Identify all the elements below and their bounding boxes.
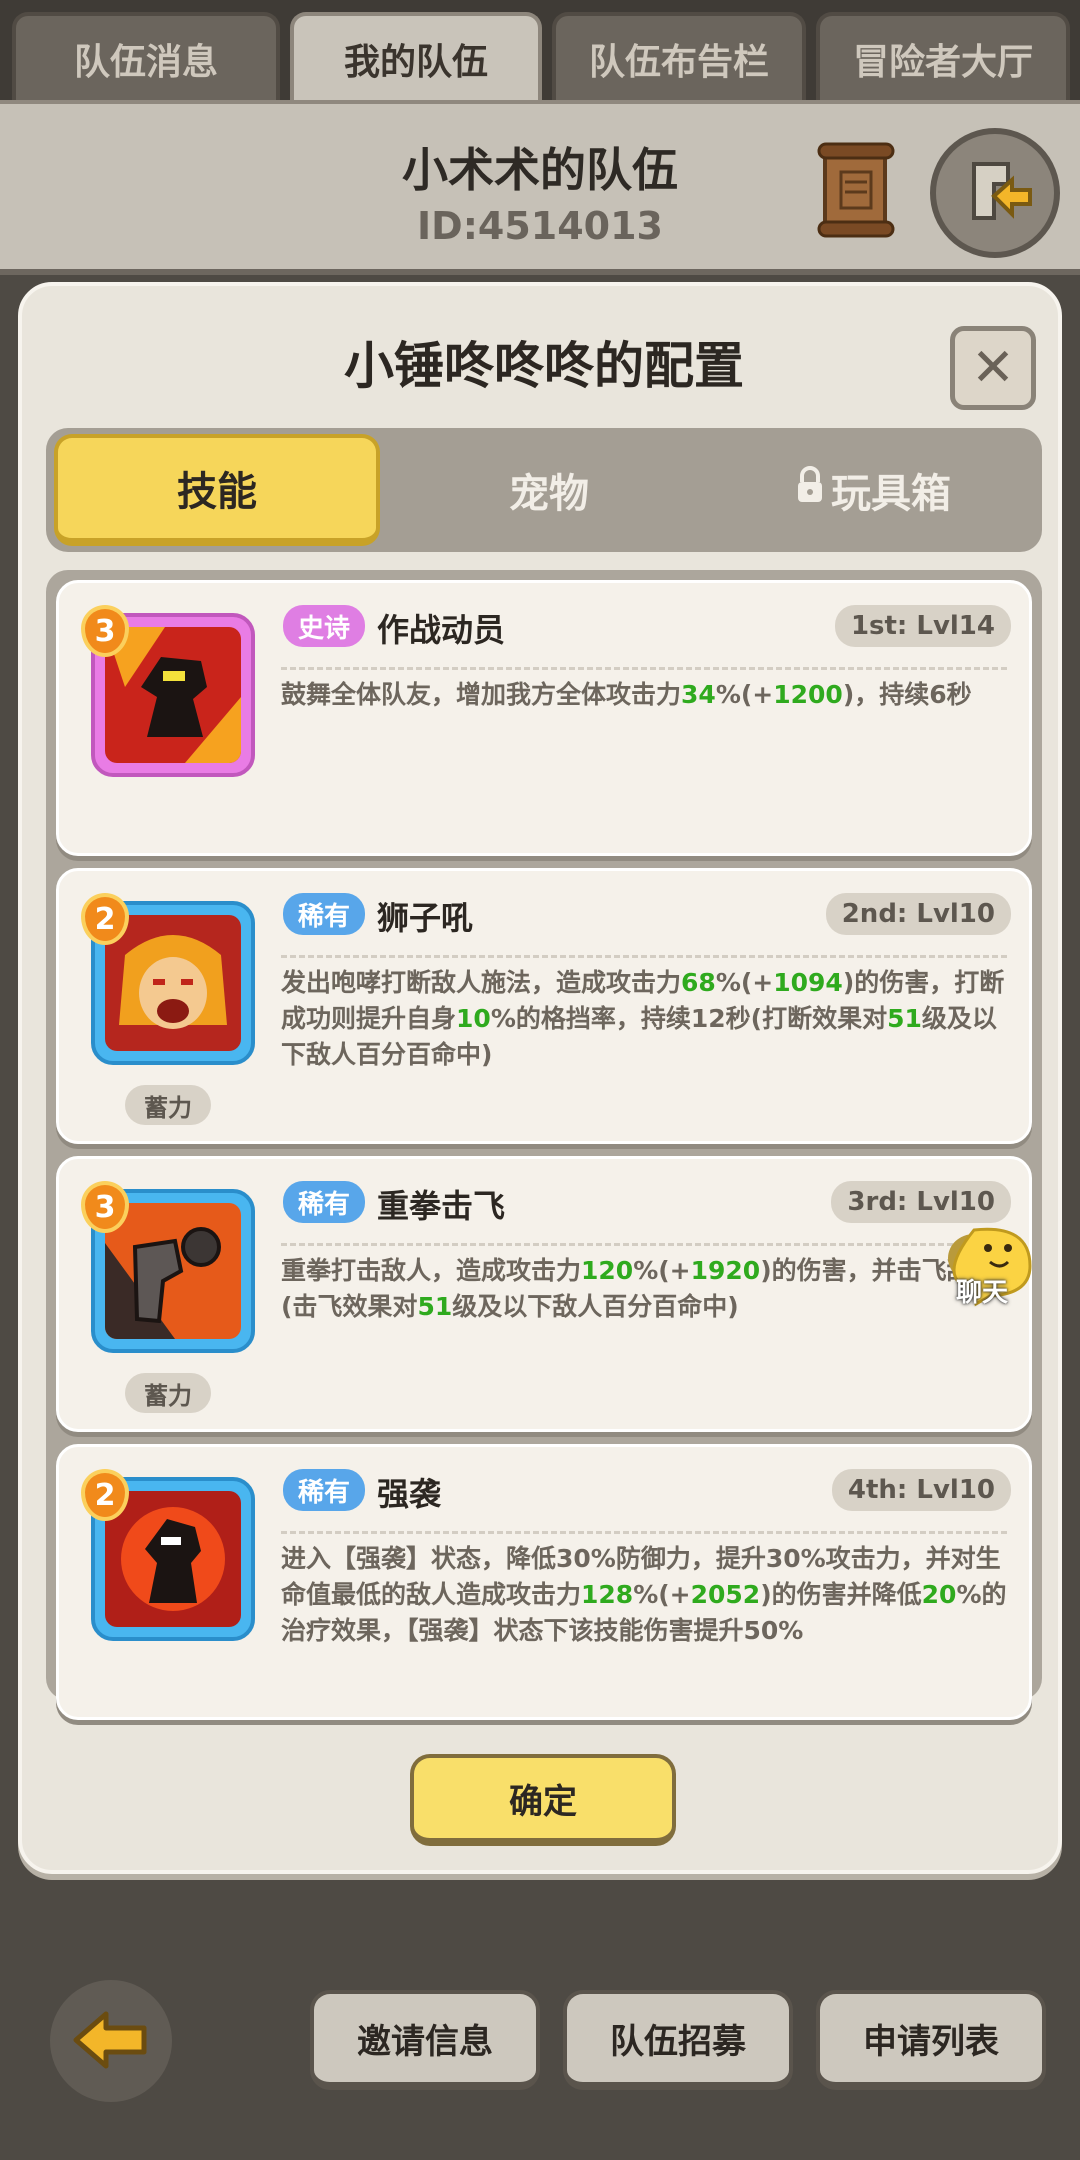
desc-highlight: 1920 — [690, 1256, 761, 1285]
desc-text: %(+ — [633, 1256, 691, 1285]
divider — [281, 1243, 1007, 1246]
segment-toybox[interactable]: 玩具箱 — [718, 434, 1028, 546]
skill-list[interactable]: 3 史诗 作战动员 1st: Lvl14 鼓舞全体队友，增加我方全体攻击力34%… — [46, 570, 1042, 1720]
desc-text: )，持续6秒 — [842, 680, 972, 709]
team-id: ID:4514013 — [417, 204, 663, 248]
desc-text: )的伤害并降低 — [760, 1580, 922, 1609]
tab-label: 队伍布告栏 — [588, 42, 769, 83]
top-tab-bar: 队伍消息 我的队伍 队伍布告栏 冒险者大厅 — [0, 0, 1080, 102]
rarity-badge: 稀有 — [283, 893, 365, 935]
skill-description: 重拳打击敌人，造成攻击力120%(+1920)的伤害，并击飞敌人(击飞效果对51… — [281, 1253, 1007, 1325]
desc-highlight: 2052 — [690, 1580, 761, 1609]
skill-description: 进入【强袭】状态，降低30%防御力，提升30%攻击力，并对生命值最低的敌人造成攻… — [281, 1541, 1007, 1649]
exit-arrow-icon[interactable] — [930, 128, 1060, 258]
invite-info-button[interactable]: 邀请信息 — [310, 1990, 540, 2090]
modal-title: 小锤咚咚咚的配置 — [344, 337, 744, 395]
skill-card[interactable]: 3 史诗 作战动员 1st: Lvl14 鼓舞全体队友，增加我方全体攻击力34%… — [56, 580, 1032, 856]
desc-highlight: 1200 — [773, 680, 843, 709]
desc-highlight: 1094 — [773, 968, 843, 997]
back-arrow-icon — [73, 2011, 147, 2069]
desc-highlight: 120 — [581, 1256, 634, 1285]
desc-highlight: 51 — [417, 1292, 453, 1321]
skill-name: 作战动员 — [377, 611, 506, 649]
divider — [281, 955, 1007, 958]
heavy-punch-skill-icon — [105, 1203, 241, 1339]
config-modal: 小锤咚咚咚的配置 ✕ 技能 宠物 玩具箱 3 史诗 作战动员 1st: Lvl1… — [18, 282, 1062, 1874]
tab-label: 队伍消息 — [73, 42, 218, 83]
tab-team-board[interactable]: 队伍布告栏 — [552, 12, 806, 102]
tab-label: 冒险者大厅 — [852, 42, 1033, 83]
close-icon: ✕ — [971, 338, 1015, 398]
assault-skill-icon — [105, 1491, 241, 1627]
tab-label: 我的队伍 — [343, 42, 488, 83]
skill-description: 鼓舞全体队友，增加我方全体攻击力34%(+1200)，持续6秒 — [281, 677, 1007, 713]
team-recruit-button[interactable]: 队伍招募 — [563, 1990, 793, 2090]
rally-skill-icon — [105, 627, 241, 763]
skill-description: 发出咆哮打断敌人施法，造成攻击力68%(+1094)的伤害，打断成功则提升自身1… — [281, 965, 1007, 1073]
segment-pets[interactable]: 宠物 — [394, 434, 704, 546]
desc-highlight: 51 — [887, 1004, 922, 1033]
back-button[interactable] — [50, 1980, 172, 2102]
divider — [281, 667, 1007, 670]
skill-name: 重拳击飞 — [377, 1187, 506, 1225]
scroll-icon[interactable] — [815, 142, 897, 238]
desc-highlight: 10 — [456, 1004, 491, 1033]
application-list-button[interactable]: 申请列表 — [816, 1990, 1046, 2090]
divider — [281, 1531, 1007, 1534]
desc-highlight: 34 — [681, 680, 716, 709]
skill-card[interactable]: 3 蓄力 稀有 重拳击飞 3rd: Lvl10 重拳打击敌人，造成攻击力120%… — [56, 1156, 1032, 1432]
lion-roar-skill-icon — [105, 915, 241, 1051]
skill-card[interactable]: 2 稀有 强袭 4th: Lvl10 进入【强袭】状态，降低30%防御力，提升3… — [56, 1444, 1032, 1720]
tab-adventurer-hall[interactable]: 冒险者大厅 — [816, 12, 1070, 102]
skill-slot-level: 4th: Lvl10 — [831, 1469, 1011, 1511]
desc-text: %(+ — [715, 680, 774, 709]
desc-text: 发出咆哮打断敌人施法，造成攻击力 — [281, 968, 682, 997]
desc-highlight: 68 — [681, 968, 716, 997]
rarity-badge: 稀有 — [283, 1469, 365, 1511]
lock-icon — [795, 466, 825, 514]
close-button[interactable]: ✕ — [950, 326, 1036, 410]
segment-label: 玩具箱 — [831, 471, 951, 517]
team-name: 小术术的队伍 — [402, 143, 678, 197]
confirm-button[interactable]: 确定 — [410, 1754, 676, 1846]
skill-card[interactable]: 2 蓄力 稀有 狮子吼 2nd: Lvl10 发出咆哮打断敌人施法，造成攻击力6… — [56, 868, 1032, 1144]
desc-highlight: 20 — [921, 1580, 957, 1609]
chat-label[interactable]: 聊天 — [956, 1272, 1008, 1309]
desc-text: %的格挡率，持续12秒(打断效果对 — [490, 1004, 888, 1033]
config-segment-control: 技能 宠物 玩具箱 — [46, 428, 1042, 552]
desc-text: 重拳打击敌人，造成攻击力 — [281, 1256, 582, 1285]
skill-name: 狮子吼 — [377, 899, 474, 937]
skill-slot-level: 2nd: Lvl10 — [825, 893, 1011, 935]
desc-highlight: 128 — [581, 1580, 634, 1609]
segment-label: 宠物 — [509, 471, 589, 517]
skill-name: 强袭 — [377, 1475, 442, 1513]
desc-text: 鼓舞全体队友，增加我方全体攻击力 — [281, 680, 682, 709]
desc-text: %(+ — [715, 968, 774, 997]
charge-tag: 蓄力 — [125, 1373, 211, 1413]
tab-team-messages[interactable]: 队伍消息 — [12, 12, 280, 102]
rarity-badge: 稀有 — [283, 1181, 365, 1223]
tab-my-team[interactable]: 我的队伍 — [290, 12, 542, 102]
charge-tag: 蓄力 — [125, 1085, 211, 1125]
team-header: 小术术的队伍 ID:4514013 — [0, 100, 1080, 275]
segment-skills[interactable]: 技能 — [54, 434, 380, 546]
rarity-badge: 史诗 — [283, 605, 365, 647]
desc-text: 级及以下敌人百分百命中) — [452, 1292, 739, 1321]
segment-label: 技能 — [177, 469, 257, 515]
skill-slot-level: 1st: Lvl14 — [834, 605, 1011, 647]
desc-text: %(+ — [633, 1580, 691, 1609]
